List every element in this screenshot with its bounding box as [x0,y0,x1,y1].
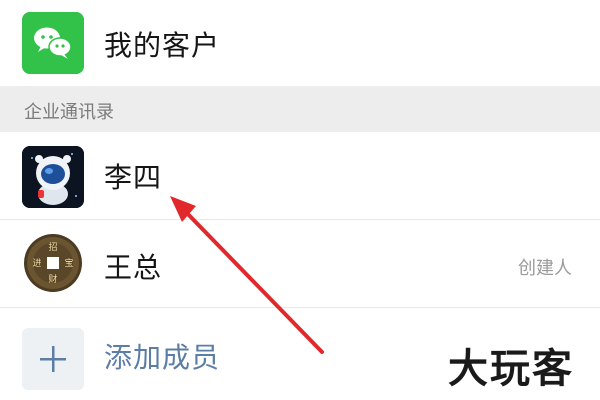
section-header: 企业通讯录 [0,86,600,132]
contact-name: 李四 [104,161,163,194]
svg-text:宝: 宝 [64,257,73,269]
watermark-logo: 大玩客 [442,336,580,394]
contact-name: 王总 [104,251,163,284]
contact-row-lisi[interactable]: 李四 [0,132,600,220]
svg-text:招: 招 [48,241,57,253]
creator-badge: 创建人 [518,258,572,279]
coin-avatar: 招 财 进 宝 [22,232,84,294]
plus-icon [22,328,84,390]
my-customers-row[interactable]: 我的客户 [0,0,600,86]
svg-text:财: 财 [48,273,57,285]
add-member-label: 添加成员 [104,341,221,374]
section-label: 企业通讯录 [24,102,114,123]
contact-row-wangzong[interactable]: 招 财 进 宝 王总 创建人 [0,220,600,308]
my-customers-label: 我的客户 [104,29,221,62]
astronaut-avatar [22,146,84,208]
svg-text:进: 进 [32,258,41,269]
wechat-icon [22,12,84,74]
